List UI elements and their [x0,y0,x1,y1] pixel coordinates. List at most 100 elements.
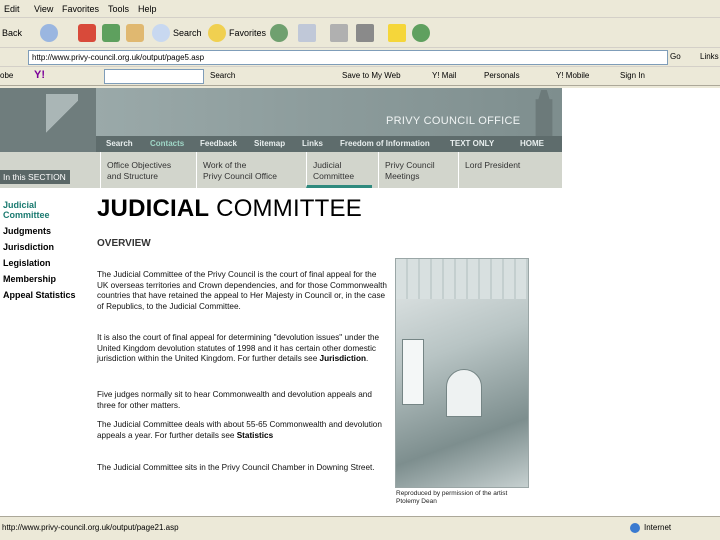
subnav-line: Office Objectives [107,160,172,170]
print-button[interactable] [330,22,351,44]
subnav-line: Committee [313,171,355,181]
search-icon [152,24,170,42]
menu-tools[interactable]: Tools [108,4,129,14]
subnav-line: and Structure [107,171,159,181]
mail-icon [298,24,316,42]
subnav-office-objectives[interactable]: Office Objectives and Structure [100,152,196,188]
paragraph-3: Five judges normally sit to hear Commonw… [97,390,372,410]
back-label: Back [2,28,23,38]
star-icon [208,24,226,42]
nav-search[interactable]: Search [106,139,133,148]
yahoo-search-input[interactable] [104,69,204,84]
home-button[interactable] [126,22,147,44]
address-bar: http://www.privy-council.org.uk/output/p… [0,48,720,67]
section-label: In this SECTION [0,170,70,184]
forward-icon [40,24,58,42]
notes-button[interactable] [388,22,409,44]
site-banner: PRIVY COUNCIL OFFICE Search Contacts Fee… [0,88,562,152]
sidebar-item-judgments[interactable]: Judgments [3,226,51,236]
subnav-line: Meetings [385,171,420,181]
yahoo-prefix: obe [0,71,14,80]
edit-button[interactable] [356,22,377,44]
arch-detail [446,369,482,417]
refresh-button[interactable] [102,22,123,44]
nav-links[interactable]: Links [302,139,323,148]
back-button[interactable]: Back [2,22,22,44]
status-zone: Internet [644,523,672,532]
address-input[interactable]: http://www.privy-council.org.uk/output/p… [28,50,668,65]
stop-icon [78,24,96,42]
statistics-link[interactable]: Statistics [237,431,273,440]
history-icon [270,24,288,42]
paragraph-2: It is also the court of final appeal for… [97,333,389,365]
window-detail [402,339,424,405]
paragraph-5: The Judicial Committee sits in the Privy… [97,463,375,472]
favorites-label: Favorites [229,28,267,38]
crest-logo[interactable] [0,88,96,152]
notes-icon [388,24,406,42]
print-icon [330,24,348,42]
messenger-button[interactable] [412,22,433,44]
banner-image [96,88,562,136]
globe-icon [630,523,640,533]
nav-text-only[interactable]: TEXT ONLY [450,139,494,148]
nav-foi[interactable]: Freedom of Information [340,139,430,148]
title-rest: COMMITTEE [216,195,362,222]
yahoo-mobile-button[interactable]: Y! Mobile [556,71,589,80]
nav-sitemap[interactable]: Sitemap [254,139,285,148]
menu-edit[interactable]: Edit [4,4,20,14]
site-title: PRIVY COUNCIL OFFICE [386,115,521,127]
sidebar-item-jurisdiction[interactable]: Jurisdiction [3,242,54,252]
sidebar-item-legislation[interactable]: Legislation [3,258,51,268]
menu-bar: Edit View Favorites Tools Help [0,0,720,18]
menu-help[interactable]: Help [138,4,157,14]
refresh-icon [102,24,120,42]
yahoo-logo[interactable]: Y! [34,69,45,81]
subnav-line: Privy Council [385,160,435,170]
messenger-icon [412,24,430,42]
save-to-my-web-button[interactable]: Save to My Web [342,71,401,80]
sidebar-item-judicial-committee[interactable]: Judicial Committee [3,200,63,220]
go-button[interactable]: Go [670,52,681,61]
favorites-button[interactable]: Favorites [208,22,266,44]
subnav-line: Judicial [313,160,342,170]
browser-chrome: Edit View Favorites Tools Help Back Sear… [0,0,720,88]
personals-button[interactable]: Personals [484,71,520,80]
history-button[interactable] [270,22,291,44]
edit-icon [356,24,374,42]
search-button[interactable]: Search [152,22,202,44]
mail-button[interactable] [298,22,319,44]
menu-favorites[interactable]: Favorites [62,4,99,14]
subnav-line: Lord President [465,160,521,170]
chevron-icon [46,94,78,140]
chamber-illustration [395,258,529,488]
paragraph-1: The Judicial Committee of the Privy Coun… [97,270,387,311]
overview-heading: OVERVIEW [97,238,151,249]
yahoo-search-button[interactable]: Search [210,71,235,80]
subnav-work-of-office[interactable]: Work of the Privy Council Office [196,152,306,188]
links-label[interactable]: Links [700,52,719,61]
page-title: JUDICIAL COMMITTEE [97,195,362,223]
status-url: http://www.privy-council.org.uk/output/p… [2,523,179,532]
status-bar: http://www.privy-council.org.uk/output/p… [0,516,720,540]
yahoo-mail-button[interactable]: Y! Mail [432,71,456,80]
home-icon [126,24,144,42]
section-nav: In this SECTION Office Objectives and Str… [0,152,562,188]
subnav-judicial-committee[interactable]: Judicial Committee [306,152,372,188]
forward-button[interactable] [40,22,61,44]
menu-view[interactable]: View [34,4,53,14]
ceiling-detail [396,259,528,299]
jurisdiction-link[interactable]: Jurisdiction [320,354,366,363]
nav-home[interactable]: HOME [520,139,544,148]
nav-contacts[interactable]: Contacts [150,139,184,148]
subnav-lord-president[interactable]: Lord President [458,152,562,188]
top-nav: Search Contacts Feedback Sitemap Links F… [96,136,562,152]
image-caption: Reproduced by permission of the artist P… [396,490,508,505]
sign-in-button[interactable]: Sign In [620,71,645,80]
paragraph-4: The Judicial Committee deals with about … [97,420,389,441]
nav-feedback[interactable]: Feedback [200,139,237,148]
sidebar-item-appeal-statistics[interactable]: Appeal Statistics [3,290,76,300]
sidebar-item-membership[interactable]: Membership [3,274,56,284]
subnav-privy-council-meetings[interactable]: Privy Council Meetings [378,152,458,188]
stop-button[interactable] [78,22,99,44]
